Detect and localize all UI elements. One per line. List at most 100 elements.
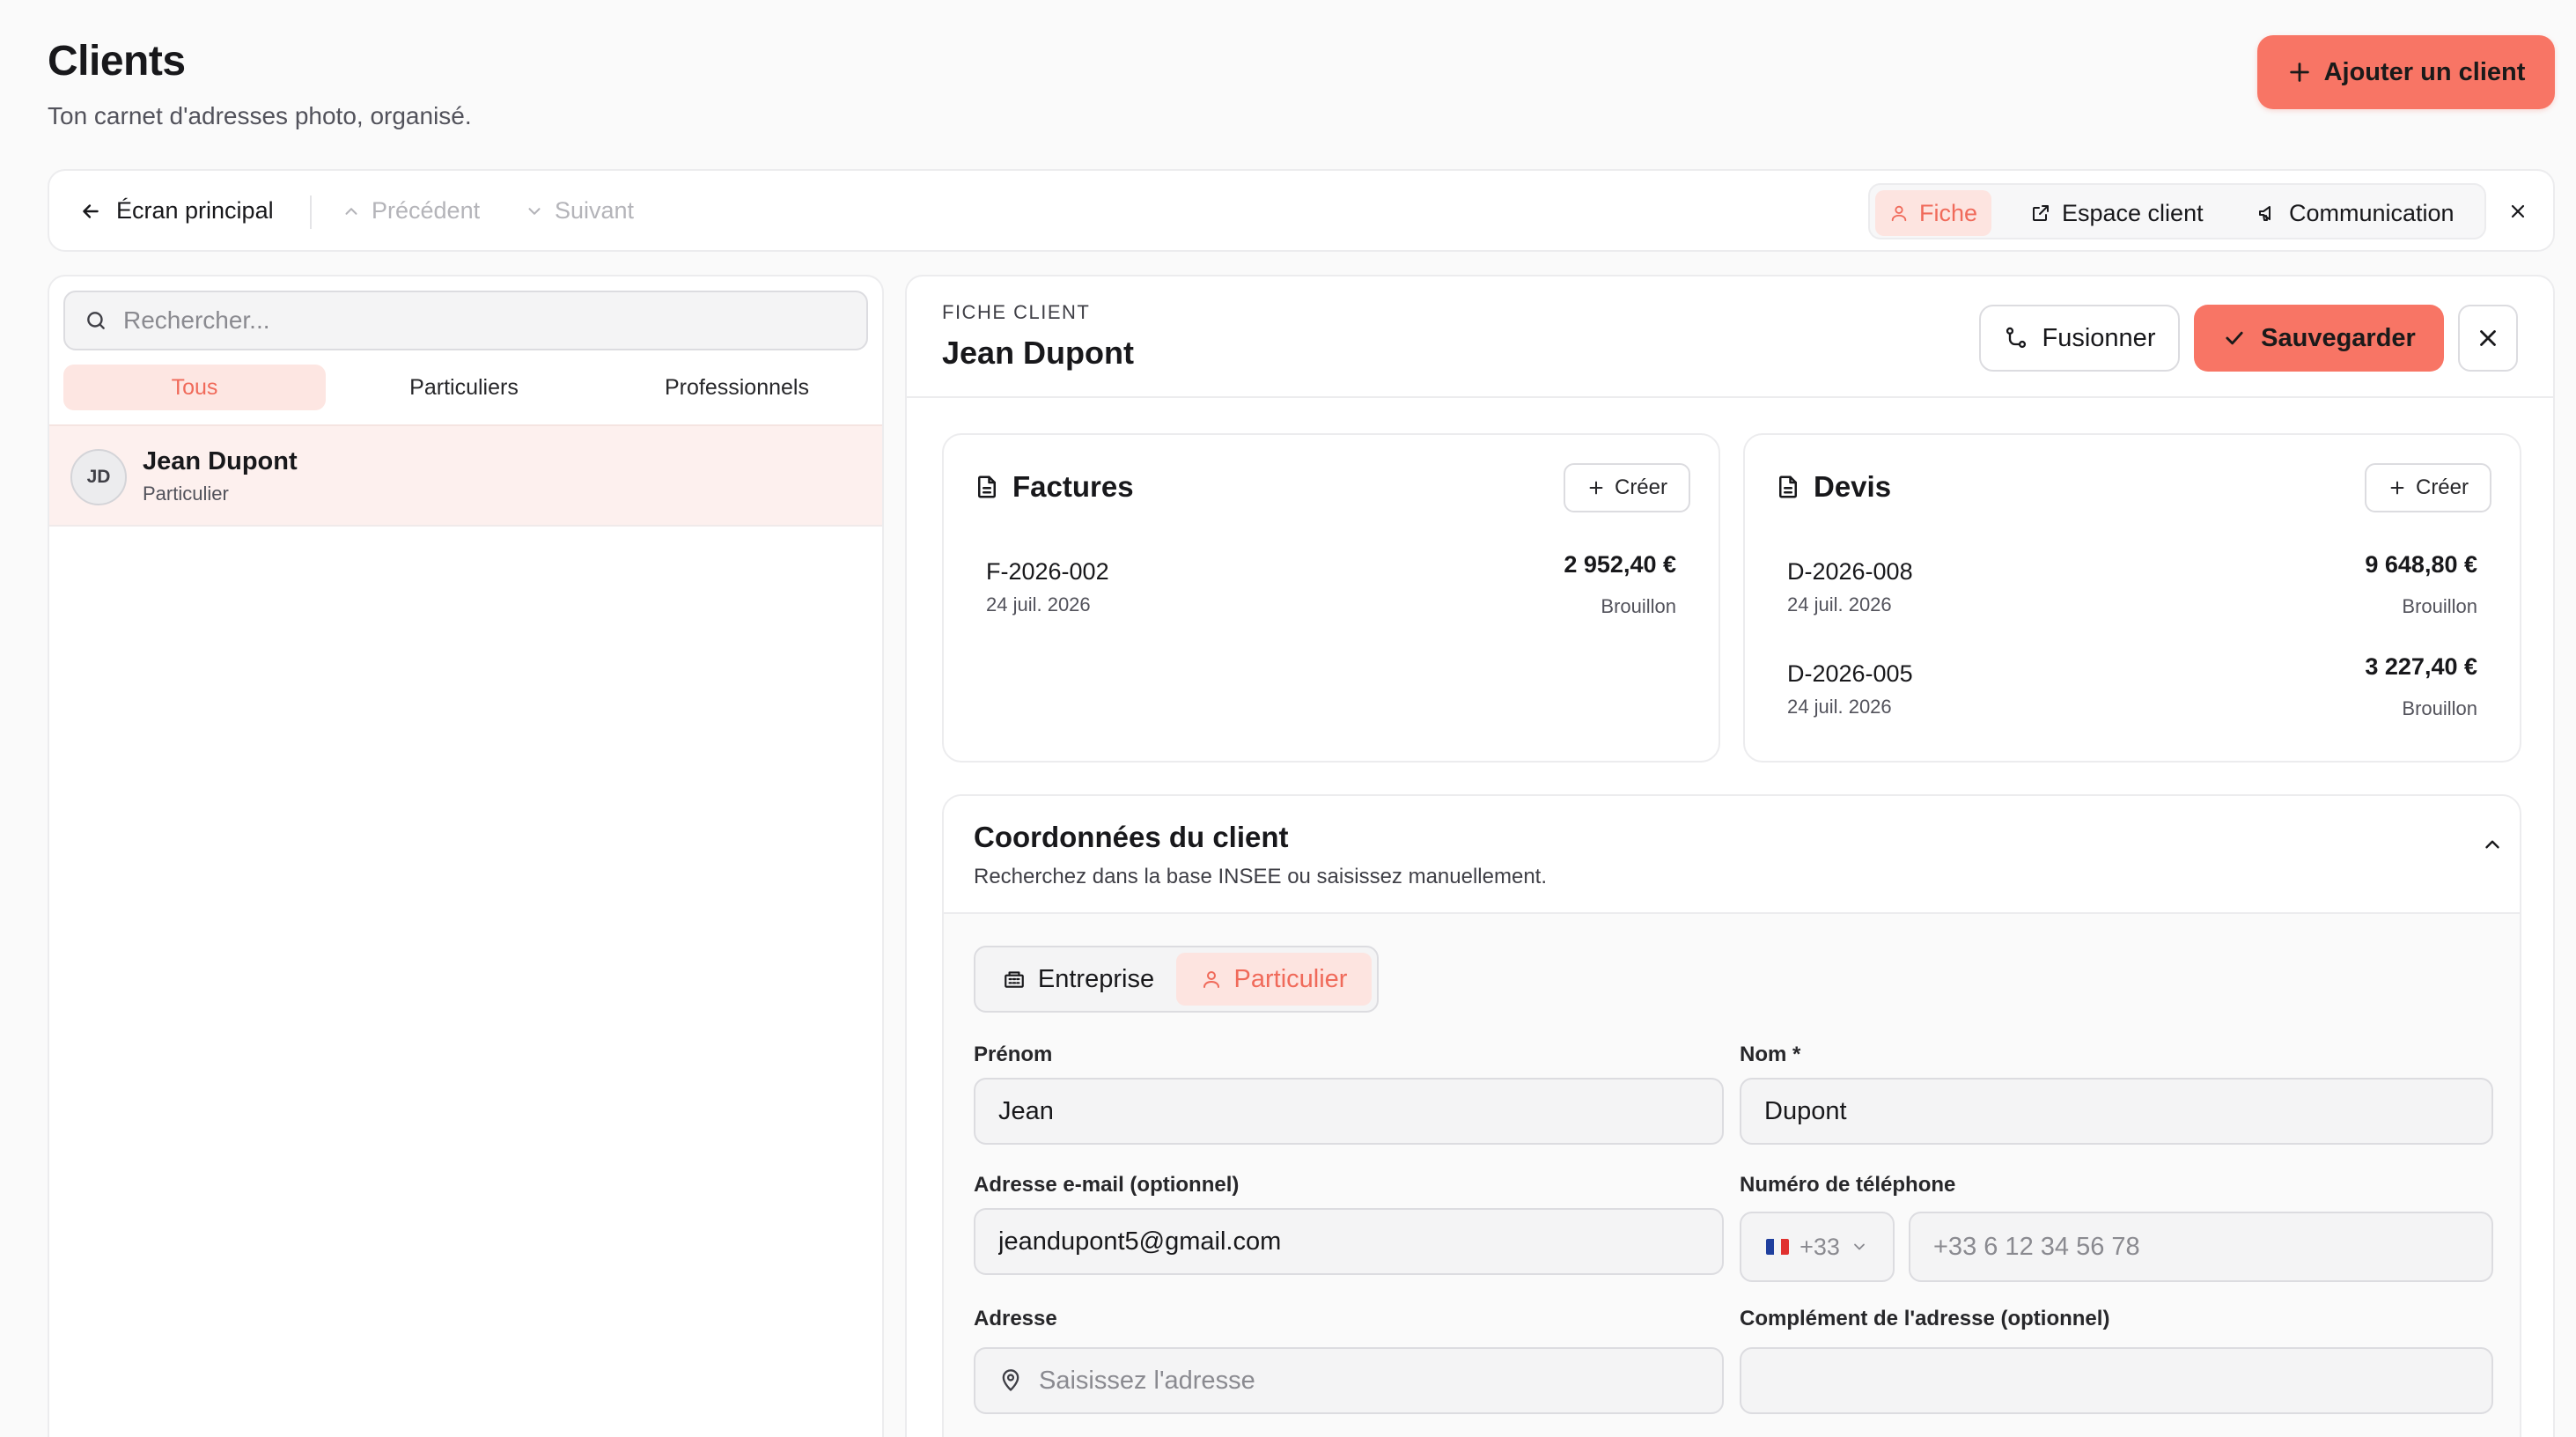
client-list-panel: Tous Particuliers Professionnels JD Jean… [48,275,884,1437]
client-navbar: Écran principal Précédent Suivant Fiche … [48,169,2555,252]
user-icon [1891,205,1907,222]
merge-label: Fusionner [2042,323,2156,352]
plus-icon [2289,63,2309,82]
address-input[interactable] [1039,1366,1708,1396]
page-subtitle: Ton carnet d'adresses photo, organisé. [48,102,472,129]
quote-amount: 3 227,40 € [2365,653,2477,680]
address-extra-label: Complément de l'adresse (optionnel) [1740,1307,2110,1330]
quotes-title: Devis [1775,470,1891,504]
quote-date: 24 juil. 2026 [1787,696,1892,718]
filter-particuliers[interactable]: Particuliers [333,365,595,410]
plus-icon [1589,481,1603,495]
invoices-title-label: Factures [1012,470,1134,503]
search-box[interactable] [63,291,868,350]
user-icon [1203,971,1219,988]
quote-status: Brouillon [2402,697,2477,719]
filter-professionnels[interactable]: Professionnels [602,365,872,410]
quotes-card: Devis Créer D-2026-008 24 juil. 2026 9 6… [1743,433,2521,763]
country-code-value: +33 [1800,1233,1840,1260]
detail-label: FICHE CLIENT [942,301,1091,323]
tab-espace-client-label: Espace client [2062,199,2204,226]
invoice-status: Brouillon [1601,595,1676,617]
invoices-title: Factures [974,470,1134,504]
building-icon [1005,971,1024,988]
merge-button[interactable]: Fusionner [1979,305,2180,372]
tab-espace-client[interactable]: Espace client [2016,190,2218,236]
email-label: Adresse e-mail (optionnel) [974,1173,1240,1197]
address-box[interactable] [974,1347,1724,1414]
next-client-button[interactable]: Suivant [525,197,634,225]
close-icon [2511,204,2525,218]
tab-fiche[interactable]: Fiche [1875,190,1992,236]
chevron-down-icon [1853,1243,1865,1250]
check-icon [2226,331,2243,345]
invoice-date: 24 juil. 2026 [986,593,1091,615]
address-label: Adresse [974,1307,1057,1330]
client-coordinates-card: Coordonnées du client Recherchez dans la… [942,794,2521,1437]
page-title: Clients [48,38,186,85]
coordinates-title: Coordonnées du client [974,821,1289,853]
search-input[interactable] [123,306,845,335]
previous-label: Précédent [372,197,481,224]
quote-number: D-2026-005 [1787,660,1913,687]
avatar: JD [70,449,127,505]
chevron-down-icon [528,207,541,215]
client-name: Jean Dupont [143,447,298,475]
view-tabs: Fiche Espace client Communication [1868,183,2486,240]
create-invoice-label: Créer [1614,475,1667,499]
close-icon [2480,330,2496,346]
coordinates-header[interactable]: Coordonnées du client Recherchez dans la… [944,796,2520,914]
quote-amount: 9 648,80 € [2365,551,2477,578]
add-client-button[interactable]: Ajouter un client [2257,35,2555,109]
last-name-label: Nom * [1740,1043,1801,1066]
last-name-field[interactable] [1740,1078,2493,1145]
client-type: Particulier [143,483,229,505]
first-name-label: Prénom [974,1043,1053,1066]
create-quote-button[interactable]: Créer [2365,463,2491,512]
external-link-icon [2033,205,2049,221]
phone-field[interactable] [1909,1212,2493,1282]
detail-header: FICHE CLIENT Jean Dupont Fusionner Sauve… [907,276,2553,398]
address-extra-field[interactable] [1740,1347,2493,1414]
search-icon [87,312,105,329]
previous-client-button[interactable]: Précédent [342,197,480,225]
save-button[interactable]: Sauvegarder [2194,305,2444,372]
quote-status: Brouillon [2402,595,2477,617]
type-particulier-label: Particulier [1233,964,1348,993]
filter-tous[interactable]: Tous [63,365,326,410]
close-view-button[interactable] [2502,195,2534,227]
coordinates-subtitle: Recherchez dans la base INSEE ou saisiss… [974,865,1547,888]
plus-icon [2390,481,2404,495]
create-invoice-button[interactable]: Créer [1564,463,1690,512]
arrow-left-icon [83,203,99,218]
invoice-amount: 2 952,40 € [1564,551,1676,578]
quote-date: 24 juil. 2026 [1787,593,1892,615]
add-client-label: Ajouter un client [2323,57,2526,86]
type-option-entreprise[interactable]: Entreprise [981,953,1176,1006]
type-option-particulier[interactable]: Particulier [1176,953,1372,1006]
collapse-toggle[interactable] [2481,833,2504,856]
client-list-item[interactable]: JD Jean Dupont Particulier [49,424,882,527]
detail-client-name: Jean Dupont [942,335,1135,371]
map-pin-icon [1002,1369,1019,1391]
type-entreprise-label: Entreprise [1037,964,1155,993]
phone-label: Numéro de téléphone [1740,1173,1956,1197]
file-text-icon [1779,475,1797,498]
invoices-card: Factures Créer F-2026-002 24 juil. 2026 … [942,433,1720,763]
close-detail-button[interactable] [2458,305,2518,372]
quote-number: D-2026-008 [1787,558,1913,585]
chevron-up-icon [2485,840,2499,849]
france-flag-icon [1766,1239,1790,1255]
tab-communication-label: Communication [2289,199,2455,226]
tab-fiche-label: Fiche [1919,199,1978,226]
git-merge-icon [2006,327,2026,349]
tab-communication[interactable]: Communication [2243,190,2469,236]
nav-divider [310,195,312,229]
invoice-number: F-2026-002 [986,558,1109,585]
country-code-select[interactable]: +33 [1740,1212,1895,1282]
file-text-icon [978,475,996,498]
back-to-main-button[interactable]: Écran principal [79,197,274,225]
megaphone-icon [2259,206,2271,221]
first-name-field[interactable] [974,1078,1724,1145]
email-field[interactable] [974,1208,1724,1275]
